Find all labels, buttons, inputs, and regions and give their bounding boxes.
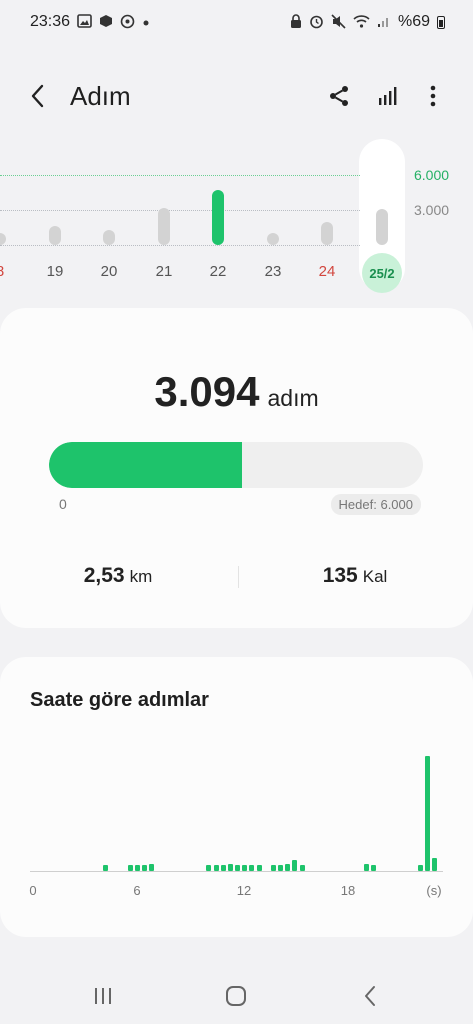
selected-day-label[interactable]: 25/2 [362,253,402,293]
hourly-bar [431,858,437,871]
hourly-bar [242,865,248,871]
share-icon [330,86,348,106]
hourly-x-label: (s) [426,883,442,898]
hourly-bar [249,865,255,871]
hourly-bar [235,865,241,871]
hourly-bar [102,865,108,871]
hourly-bar [270,865,276,871]
day-label[interactable]: 20 [91,263,127,280]
hourly-x-label: 12 [236,883,252,898]
notification-dot-icon [142,15,150,29]
hourly-bar [278,865,284,871]
hourly-steps-chart: 0 6 12 18 (s) [0,717,473,937]
y-label-goal: 6.000 [414,167,450,183]
day-bar[interactable] [267,233,279,245]
home-icon [226,986,246,1006]
hourly-bar [149,864,155,871]
day-label[interactable]: 21 [146,263,182,280]
base-gridline [0,245,360,246]
day-bar[interactable] [321,221,333,245]
battery-icon [437,15,445,29]
distance-metric: 2,53 km [0,564,236,588]
day-bar[interactable] [103,229,115,245]
more-options-button[interactable] [417,80,449,112]
calories-metric: 135 Kal [237,564,473,588]
trends-button[interactable] [372,80,404,112]
hourly-x-label: 0 [29,883,37,898]
hourly-bar [371,865,377,871]
hourly-baseline [30,871,443,872]
wifi-icon [353,14,370,30]
hourly-bar [363,864,369,871]
hourly-bar [299,865,305,871]
mute-icon [331,13,346,31]
day-label[interactable]: 23 [255,263,291,280]
hourly-bar [227,864,233,871]
hourly-steps-card[interactable]: Saate göre adımlar 0 6 12 18 (s) [0,657,473,937]
calories-unit: Kal [362,567,388,586]
lock-icon [290,13,302,31]
hourly-bar [292,859,298,871]
bar-chart-icon [379,87,397,105]
day-bar[interactable] [212,190,224,245]
back-button[interactable] [22,80,54,112]
back-chevron-icon [365,986,375,1006]
signal-icon [377,14,391,30]
day-label[interactable]: 22 [200,263,236,280]
y-label-mid: 3.000 [414,202,450,218]
hourly-bar [134,865,140,871]
goal-gridline [0,175,360,176]
home-button[interactable] [216,980,256,1012]
day-bar[interactable] [376,208,388,245]
status-time: 23:36 [30,13,71,30]
steps-count: 3.094 [154,368,260,415]
hourly-title: Saate göre adımlar [30,689,209,711]
share-button[interactable] [323,80,355,112]
daily-steps-chart: 6.000 3.000 25/2 8 19 20 21 22 23 24 [0,135,473,300]
hourly-bar [424,756,430,871]
day-label[interactable]: 19 [37,263,73,280]
mid-gridline [0,210,360,211]
recent-apps-button[interactable] [83,980,123,1012]
goal-badge[interactable]: Hedef: 6.000 [330,494,421,515]
hourly-bar [127,865,133,871]
hourly-bar [141,865,147,871]
daily-summary-card: 3.094 adım 0 Hedef: 6.000 2,53 km 135 Kal [0,308,473,628]
hourly-bar [213,865,219,871]
day-bar[interactable] [158,207,170,245]
more-vert-icon [430,85,436,107]
goal-progress-bar [49,442,423,488]
page-title: Adım [70,81,131,111]
hourly-bar [220,865,226,871]
gallery-icon [77,14,92,30]
day-label[interactable]: 8 [0,263,18,280]
progress-start-label: 0 [59,496,67,512]
steps-total: 3.094 adım [0,368,473,416]
hourly-x-label: 6 [133,883,141,898]
back-nav-button[interactable] [350,980,390,1012]
back-arrow-icon [31,84,44,108]
box-icon [99,14,113,30]
system-nav-bar [0,966,473,1024]
steps-unit: adım [267,385,319,411]
battery-percent: %69 [397,13,430,30]
app-bar: Adım [0,64,473,128]
hourly-bar [206,865,212,871]
hourly-x-label: 18 [340,883,356,898]
status-bar: 23:36 %69 [0,0,473,44]
day-bar[interactable] [49,225,61,245]
recent-apps-icon [95,988,111,1004]
distance-value: 2,53 [83,564,125,587]
hourly-bar [417,865,423,871]
calories-value: 135 [322,564,358,587]
goal-progress-fill [49,442,242,488]
hourly-bar [256,865,262,871]
day-label[interactable]: 24 [309,263,345,280]
day-bar[interactable] [0,233,6,245]
hourly-bar [285,864,291,871]
whatsapp-icon [120,14,135,31]
distance-unit: km [129,567,153,586]
alarm-icon [309,14,324,31]
